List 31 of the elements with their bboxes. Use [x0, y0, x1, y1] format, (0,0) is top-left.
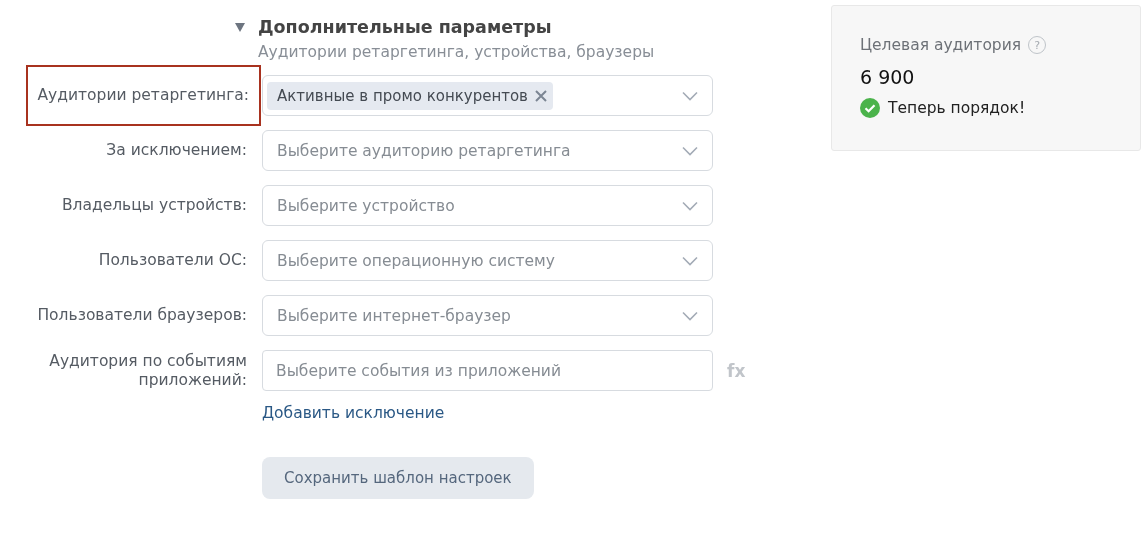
section-subtitle: Аудитории ретаргетинга, устройства, браузеры [258, 43, 655, 61]
card-title: Целевая аудитория [860, 36, 1022, 54]
chevron-down-icon [682, 90, 698, 101]
field-label: Пользователи браузеров: [36, 306, 248, 325]
status-text: Теперь порядок! [888, 99, 1026, 117]
section-title: Дополнительные параметры [258, 17, 553, 37]
field-label: Владельцы устройств: [60, 196, 248, 215]
add-exclusion-link[interactable]: Добавить исключение [262, 404, 445, 422]
chevron-down-icon [682, 200, 698, 211]
field-label: За исключением: [105, 141, 248, 160]
select-field[interactable]: Выберите устройство [262, 185, 713, 226]
select-field[interactable]: Выберите интернет-браузер [262, 295, 713, 336]
select-field[interactable]: Активные в промо конкурентов [262, 75, 713, 116]
remove-icon[interactable] [533, 88, 548, 103]
input-field[interactable]: Выберите события из приложений [262, 350, 713, 391]
select-field[interactable]: Выберите операционную систему [262, 240, 713, 281]
select-placeholder: Выберите аудиторию ретаргетинга [276, 141, 571, 160]
chevron-down-icon [682, 145, 698, 156]
collapse-triangle-icon[interactable] [235, 23, 245, 32]
save-template-button[interactable]: Сохранить шаблон настроек [262, 457, 534, 499]
field-label: Аудитория по событиям приложений: [48, 351, 248, 390]
chevron-down-icon [682, 255, 698, 266]
chip-label: Активные в промо конкурентов [277, 86, 528, 105]
select-field[interactable]: Выберите аудиторию ретаргетинга [262, 130, 713, 171]
chevron-down-icon [682, 310, 698, 321]
select-placeholder: Выберите устройство [276, 196, 455, 215]
audience-count: 6 900 [860, 66, 916, 88]
select-placeholder: Выберите интернет-браузер [276, 306, 511, 325]
field-label: Пользователи ОС: [97, 251, 248, 270]
select-placeholder: Выберите операционную систему [276, 251, 555, 270]
field-label: Аудитории ретаргетинга: [28, 67, 259, 124]
